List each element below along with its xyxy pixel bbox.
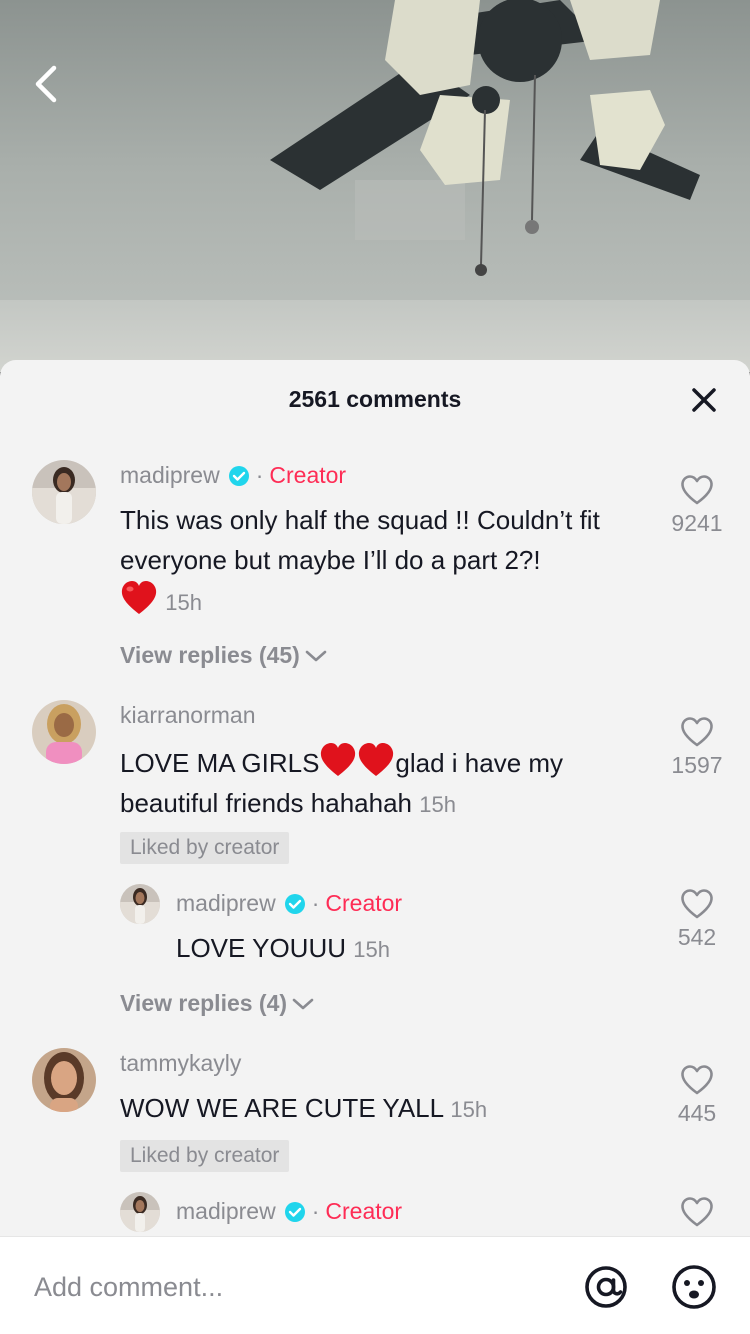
verified-icon [284, 893, 305, 914]
heart-outline-icon[interactable] [680, 474, 714, 506]
avatar[interactable] [32, 700, 96, 764]
heart-outline-icon[interactable] [680, 1064, 714, 1096]
reply-username[interactable]: madiprew [176, 890, 276, 917]
red-heart-emoji [359, 743, 394, 776]
heart-outline-icon[interactable] [680, 1196, 714, 1228]
comment-text-block[interactable]: LOVE MA GIRLS glad i have my beautiful fr… [120, 742, 650, 825]
creator-label: Creator [269, 462, 347, 488]
like-count: 9241 [671, 510, 723, 536]
comment-text-block[interactable]: WOW WE ARE CUTE YALL 15h [120, 1088, 650, 1130]
comment-time: 15h [419, 792, 456, 817]
reply-author-row: madiprew · Creator [176, 890, 402, 917]
comment-author-row: kiarranorman [120, 702, 256, 729]
liked-by-creator-badge: Liked by creator [120, 1140, 290, 1172]
heart-outline-icon[interactable] [680, 888, 714, 920]
view-replies-button[interactable]: View replies (4) [120, 990, 315, 1017]
comments-count-title: 2561 comments [288, 386, 462, 412]
reply-avatar[interactable] [120, 884, 160, 924]
chevron-down-icon [292, 998, 314, 1009]
like-control[interactable]: 445 [666, 1064, 728, 1127]
comment-time: 15h [165, 590, 202, 615]
separator-dot: · [311, 890, 320, 916]
comments-sheet: 2561 comments madiprew · Creator This wa… [0, 360, 750, 1334]
comment-time: 15h [450, 1097, 488, 1122]
heart-outline-icon[interactable] [680, 716, 714, 748]
creator-label: Creator [325, 890, 403, 916]
comment-text-start: LOVE MA GIRLS [120, 748, 320, 778]
emoji-icon[interactable] [670, 1263, 718, 1311]
reply-username[interactable]: madiprew [176, 1198, 276, 1225]
reply-avatar[interactable] [120, 1192, 160, 1232]
like-control[interactable]: 9241 [666, 474, 728, 537]
like-count: 1597 [671, 752, 723, 778]
comments-header: 2561 comments [0, 360, 750, 440]
comment-text: WOW WE ARE CUTE YALL [120, 1093, 444, 1123]
avatar[interactable] [32, 460, 96, 524]
comment-username[interactable]: kiarranorman [120, 702, 256, 729]
like-control[interactable]: 1597 [666, 716, 728, 779]
creator-label: Creator [325, 1198, 403, 1224]
reply-time: 15h [353, 937, 390, 962]
reply-like-control[interactable]: 542 [666, 888, 728, 951]
comment-author-row: tammykayly [120, 1050, 241, 1077]
like-count: 542 [677, 924, 717, 950]
comment-username[interactable]: tammykayly [120, 1050, 241, 1077]
view-replies-label: View replies (45) [120, 642, 300, 668]
verified-icon [284, 1201, 305, 1222]
chevron-down-icon [305, 650, 327, 661]
view-replies-button[interactable]: View replies (45) [120, 642, 328, 669]
verified-icon [228, 465, 249, 486]
add-comment-input[interactable] [34, 1267, 554, 1307]
reply-like-control[interactable] [666, 1196, 728, 1228]
red-heart-emoji [321, 743, 356, 776]
comment-text: This was only half the squad !! Couldn’t… [120, 505, 600, 575]
comment-author-row: madiprew · Creator [120, 462, 346, 489]
comment-username[interactable]: madiprew [120, 462, 220, 489]
comment-input-bar [0, 1236, 750, 1334]
video-background[interactable] [0, 0, 750, 372]
comment-text-block[interactable]: This was only half the squad !! Couldn’t… [120, 500, 650, 623]
separator-dot: · [311, 1198, 320, 1224]
red-heart-emoji [121, 581, 157, 614]
reply-text-block[interactable]: LOVE YOUUU 15h [176, 928, 636, 970]
reply-author-row: madiprew · Creator [176, 1198, 402, 1225]
view-replies-label: View replies (4) [120, 990, 288, 1016]
close-icon[interactable] [688, 384, 720, 416]
liked-by-creator-badge: Liked by creator [120, 832, 290, 864]
reply-text: LOVE YOUUU [176, 933, 347, 963]
avatar[interactable] [32, 1048, 96, 1112]
at-icon[interactable] [582, 1263, 630, 1311]
separator-dot: · [255, 462, 264, 488]
like-count: 445 [677, 1100, 717, 1126]
back-icon[interactable] [28, 60, 68, 108]
